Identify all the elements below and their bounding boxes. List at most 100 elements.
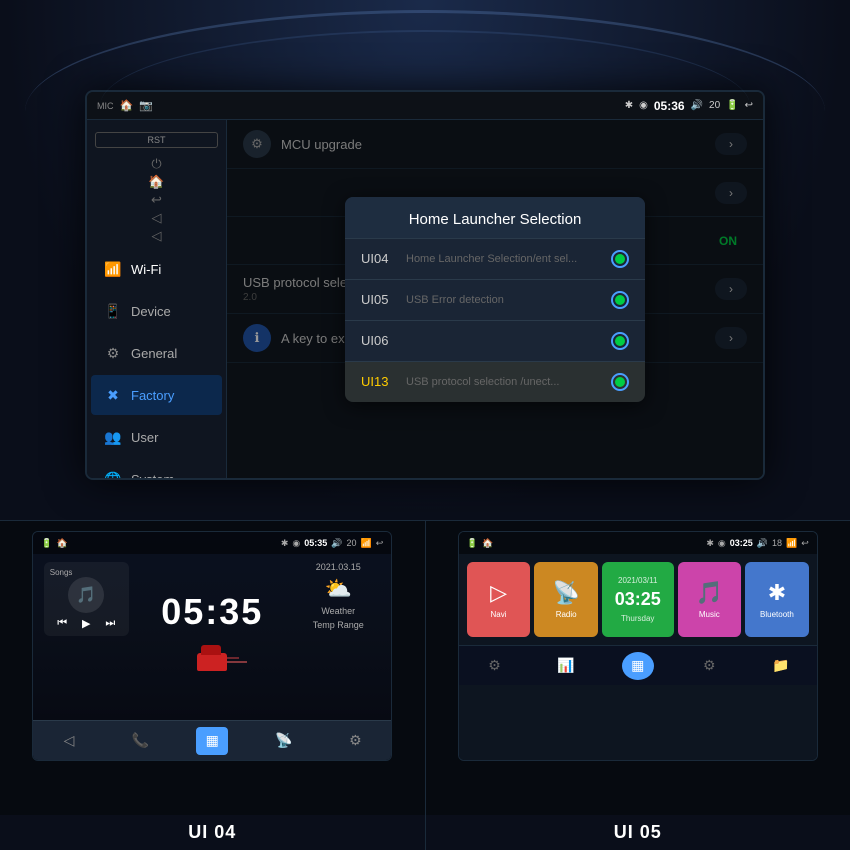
bluetooth-status-icon: ✱ [625,100,633,111]
ui05-vol-icon: 🔊 [757,538,768,549]
mcu-arrow-btn[interactable]: › [715,133,747,155]
ui04-home-icon: 🏠 [56,538,67,549]
ui05-radio[interactable] [611,291,629,309]
status-right: ✱ ◉ 05:36 🔊 20 🔋 ↩ [625,99,753,113]
ui05-panel: 🔋 🏠 ✱ ◉ 03:25 🔊 18 📶 ↩ [425,520,850,850]
play-icon[interactable]: ▶ [82,617,90,630]
ui05-wifi-icon: ◉ [718,538,726,549]
wifi-icon: 📶 [103,259,123,279]
car-body-shape [197,653,227,671]
ui05-back-icon: ↩ [801,538,809,549]
ui04-content: 🔋 🏠 ✱ ◉ 05:35 🔊 20 📶 ↩ [33,532,391,760]
navi-tile[interactable]: ▷ Navi [467,562,531,637]
globe-icon: 🌐 [103,469,123,480]
next-icon[interactable]: ⏭ [105,617,115,630]
radio-tile[interactable]: 📡 Radio [534,562,598,637]
battery-level: 20 [709,100,720,111]
ui05-home-icon: 🏠 [482,538,493,549]
status-bar: MIC 🏠 📷 ✱ ◉ 05:36 🔊 20 🔋 ↩ [87,92,763,120]
vol-up-icon: ◁ [93,228,220,244]
nav-map-btn[interactable]: ◁ [53,727,85,755]
launcher-dialog: Home Launcher Selection UI04 Home Launch… [345,197,645,402]
prev-icon[interactable]: ⏮ [57,617,67,630]
sidebar-item-system[interactable]: 🌐 System [91,459,222,480]
bluetooth-label: Bluetooth [760,610,794,619]
ui05-option-desc: USB Error detection [406,294,611,306]
nav-radio-btn[interactable]: 📡 [268,727,300,755]
sidebar-item-device[interactable]: 📱 Device [91,291,222,331]
radio-icon: 📡 [552,580,579,606]
ui04-big-time: 05:35 [161,591,263,633]
device-icon: 📱 [103,301,123,321]
main-panel: ⚙ MCU upgrade › › ON USB protocol select… [227,120,763,478]
ui05-panel-label: UI 05 [426,815,850,850]
status-time: 05:36 [654,99,685,113]
ui04-wifi-icon: ◉ [292,538,300,549]
rst-button[interactable]: RST [95,132,218,148]
ui04-option-desc: Home Launcher Selection/ent sel... [406,253,611,265]
settings-row-mcu[interactable]: ⚙ MCU upgrade › [227,120,763,169]
ui05-folder-icon[interactable]: 📁 [765,652,797,680]
ui05-gear-icon[interactable]: ⚙ [693,652,725,680]
sidebar-item-general[interactable]: ⚙ General [91,333,222,373]
ui04-option-label: UI04 [361,251,406,266]
ui06-radio[interactable] [611,332,629,350]
dialog-overlay[interactable]: Home Launcher Selection UI04 Home Launch… [227,120,763,478]
ui04-left: Songs 🎵 ⏮ ▶ ⏭ [41,562,131,712]
radio-label: Radio [556,610,577,619]
ui05-battery-icon: 🔋 [467,538,478,549]
status-left: MIC 🏠 📷 [97,99,153,112]
sidebar: RST ⏻ 🏠 ↩ ◁ ◁ 📶 Wi-Fi 📱 Device [87,120,227,478]
user-label: User [131,430,158,445]
user-icon: 👥 [103,427,123,447]
music-note-icon: 🎵 [68,577,104,613]
ui04-status-right: ✱ ◉ 05:35 🔊 20 📶 ↩ [281,538,383,549]
factory-label: Factory [131,388,174,403]
nav-settings-btn[interactable]: ⚙ [339,727,371,755]
ui04-status-bar: 🔋 🏠 ✱ ◉ 05:35 🔊 20 📶 ↩ [33,532,391,554]
vol-down-icon: ◁ [93,210,220,226]
music-tile[interactable]: 🎵 Music [678,562,742,637]
home-sidebar-icon: 🏠 [93,174,220,190]
ui05-settings-icon[interactable]: ⚙ [479,652,511,680]
mic-label: MIC [97,101,114,111]
bluetooth-tile[interactable]: ✱ Bluetooth [745,562,809,637]
ui04-radio[interactable] [611,250,629,268]
back-icon: ↩ [745,100,753,111]
mcu-label: MCU upgrade [281,137,715,152]
dialog-option-ui13[interactable]: UI13 USB protocol selection /unect... [345,362,645,402]
ui04-panel-label: UI 04 [0,815,425,850]
ui05-chart-icon[interactable]: 📊 [550,652,582,680]
sidebar-item-factory[interactable]: ✖ Factory [91,375,222,415]
ui04-bt-icon: ✱ [281,538,289,549]
dialog-option-ui06[interactable]: UI06 [345,321,645,362]
ui05-apps-icon[interactable]: ▦ [622,652,654,680]
dialog-option-ui04[interactable]: UI04 Home Launcher Selection/ent sel... [345,239,645,280]
wifi-label: Wi-Fi [131,262,161,277]
ui04-time: 05:35 [304,538,327,548]
nav-apps-btn[interactable]: ▦ [196,727,228,755]
dialog-option-ui05[interactable]: UI05 USB Error detection [345,280,645,321]
ui13-option-label: UI13 [361,374,406,389]
weather-label: Weather [321,606,355,616]
ui05-nav-bar: ⚙ 📊 ▦ ⚙ 📁 [459,645,817,685]
ui05-sig-icon: 📶 [786,538,797,549]
navi-icon: ▷ [490,580,507,606]
ui04-sig-icon: 📶 [360,538,371,549]
sidebar-item-wifi[interactable]: 📶 Wi-Fi [91,249,222,289]
ui06-option-label: UI06 [361,333,406,348]
ui04-right: 2021.03.15 ⛅ Weather Temp Range [293,562,383,712]
sidebar-item-user[interactable]: 👥 User [91,417,222,457]
ui05-option-label: UI05 [361,292,406,307]
ui05-status-bar: 🔋 🏠 ✱ ◉ 03:25 🔊 18 📶 ↩ [459,532,817,554]
clock-tile[interactable]: 2021/03/11 03:25 Thursday [602,562,674,637]
nav-phone-btn[interactable]: 📞 [125,727,157,755]
ui04-center: 05:35 [139,562,285,712]
wifi-status-icon: ◉ [639,100,648,111]
music-widget: Songs 🎵 ⏮ ▶ ⏭ [44,562,129,636]
clock-date: 2021/03/11 [618,576,657,585]
ui13-radio[interactable] [611,373,629,391]
clock-day: Thursday [621,614,654,623]
dialog-title: Home Launcher Selection [345,197,645,239]
songs-label: Songs [50,568,123,577]
